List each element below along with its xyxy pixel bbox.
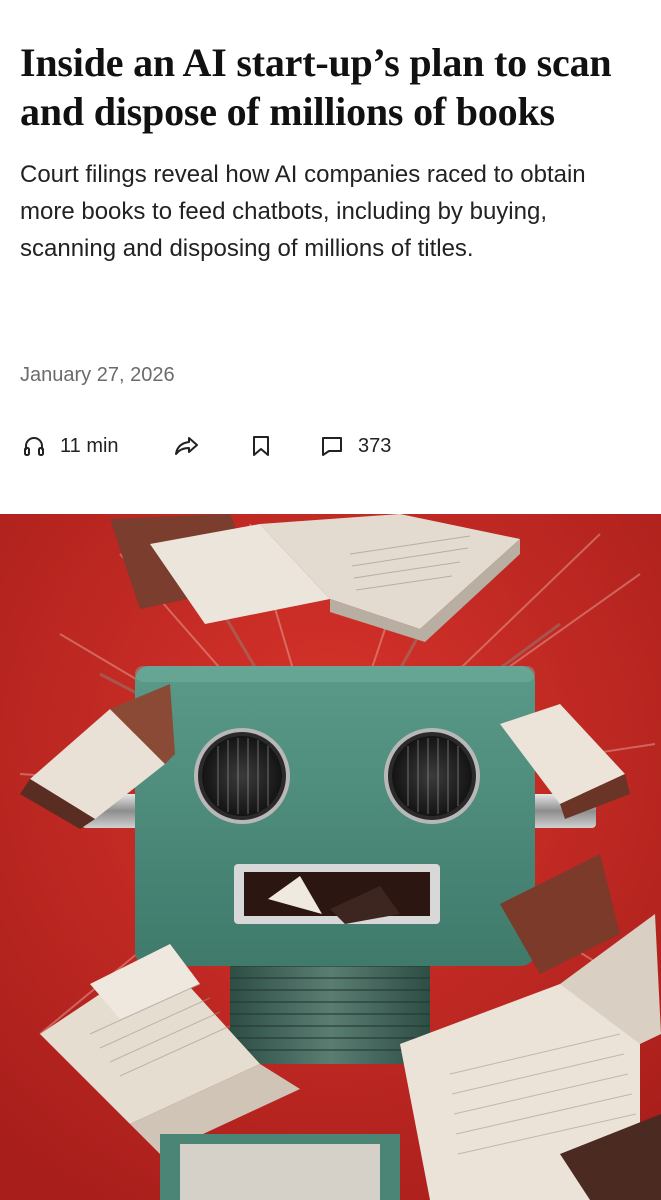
article-actions-bar: 11 min 373 (22, 430, 442, 462)
headline: Inside an AI start-up’s plan to scan and… (20, 40, 612, 134)
comment-count: 373 (358, 434, 392, 457)
listen-duration: 11 min (60, 434, 119, 457)
save-button[interactable] (250, 430, 272, 462)
robot-books-illustration (0, 514, 661, 1200)
article-header: Inside an AI start-up’s plan to scan and… (20, 38, 650, 267)
share-button[interactable] (174, 430, 200, 462)
publish-date: January 27, 2026 (20, 364, 175, 386)
hero-image (0, 514, 661, 1200)
article-dek: Court filings reveal how AI companies ra… (20, 161, 586, 262)
headphones-icon (22, 434, 46, 458)
bookmark-icon (250, 434, 272, 458)
comment-icon (320, 434, 344, 458)
share-arrow-icon (174, 434, 200, 458)
comments-button[interactable]: 373 (320, 430, 391, 462)
listen-button[interactable]: 11 min (22, 430, 119, 462)
